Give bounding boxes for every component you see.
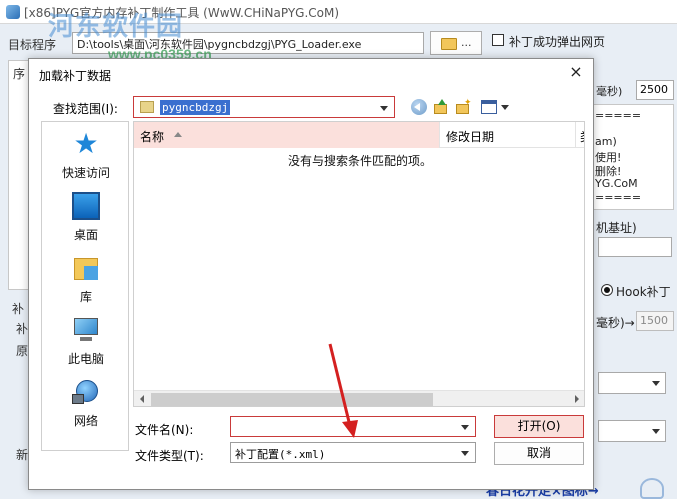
filename-input[interactable]: [230, 416, 476, 437]
sort-ascending-icon: [174, 132, 182, 137]
place-quick-access[interactable]: ★ 快速访问: [42, 126, 130, 186]
side-label: 新: [16, 448, 29, 462]
filetype-select[interactable]: 补丁配置(*.xml): [230, 442, 476, 463]
delay-input[interactable]: 2500: [636, 80, 674, 100]
place-this-pc[interactable]: 此电脑: [42, 312, 130, 372]
scroll-thumb[interactable]: [151, 393, 433, 406]
delay-ms-label-2: 毫秒)→: [596, 316, 635, 330]
chevron-down-icon[interactable]: [501, 105, 509, 110]
seq-column-label: 序: [13, 67, 26, 81]
library-icon: [72, 254, 100, 282]
folder-icon: [140, 101, 154, 113]
open-button[interactable]: 打开(O): [494, 415, 584, 438]
base-address-label: 机基址): [596, 221, 637, 235]
option-select-1[interactable]: [598, 372, 666, 394]
option-select-2[interactable]: [598, 420, 666, 442]
filetype-label: 文件类型(T):: [135, 449, 204, 463]
places-bar: ★ 快速访问 桌面 库 此电脑 网络: [41, 121, 129, 451]
lookin-value: pygncbdzgj: [160, 100, 231, 115]
list-header: 名称 修改日期 类: [134, 122, 584, 148]
popup-webpage-label: 补丁成功弹出网页: [509, 35, 606, 49]
filename-label: 文件名(N):: [135, 423, 194, 437]
delay-ms-label: 毫秒): [596, 85, 623, 98]
app-icon: [6, 5, 20, 19]
file-list[interactable]: 名称 修改日期 类 没有与搜索条件匹配的项。: [133, 121, 585, 407]
computer-icon: [72, 316, 100, 344]
patch-list-panel[interactable]: 序: [8, 60, 30, 290]
base-address-input[interactable]: [598, 237, 672, 257]
popup-webpage-checkbox[interactable]: [492, 34, 504, 46]
chevron-down-icon: [652, 381, 660, 386]
desktop-icon: [72, 192, 100, 220]
horizontal-scrollbar[interactable]: [134, 390, 584, 406]
pyg-logo-icon: [640, 478, 664, 499]
column-header-type[interactable]: 类: [576, 122, 584, 148]
place-network[interactable]: 网络: [42, 374, 130, 434]
lookin-label: 查找范围(I):: [53, 102, 118, 116]
chevron-down-icon: [652, 429, 660, 434]
hook-patch-label: Hook补丁: [616, 285, 671, 299]
network-icon: [72, 378, 100, 406]
browse-button[interactable]: ...: [430, 31, 482, 55]
column-header-date[interactable]: 修改日期: [440, 122, 576, 148]
load-patch-dialog: 加载补丁数据 × 查找范围(I): pygncbdzgj ✦ ★ 快速访问 桌面…: [28, 58, 594, 490]
cancel-button[interactable]: 取消: [494, 442, 584, 465]
scroll-right-icon[interactable]: [568, 391, 584, 406]
side-label: 原: [16, 344, 29, 358]
side-label: 补: [16, 322, 29, 336]
chevron-down-icon: [380, 106, 388, 111]
place-library[interactable]: 库: [42, 250, 130, 310]
side-label: 补: [12, 302, 25, 316]
delay-input-2[interactable]: 1500: [636, 311, 674, 331]
folder-icon: [441, 38, 457, 50]
chevron-down-icon[interactable]: [461, 425, 469, 430]
hook-patch-radio[interactable]: [601, 284, 613, 296]
scroll-left-icon[interactable]: [134, 391, 151, 406]
back-icon[interactable]: [411, 99, 427, 115]
filetype-value: 补丁配置(*.xml): [235, 448, 326, 461]
view-menu-icon[interactable]: [481, 100, 497, 114]
place-desktop[interactable]: 桌面: [42, 188, 130, 248]
watermark-text: 河东软件园: [48, 11, 184, 41]
star-icon: ★: [73, 127, 99, 160]
column-header-name[interactable]: 名称: [134, 122, 440, 148]
dialog-title: 加载补丁数据: [39, 69, 112, 83]
up-folder-icon[interactable]: [433, 99, 449, 115]
lookin-select[interactable]: pygncbdzgj: [133, 96, 395, 118]
info-textbox: ===== am) 使用! 删除! YG.CoM =====: [592, 104, 674, 210]
empty-message: 没有与搜索条件匹配的项。: [287, 154, 432, 168]
chevron-down-icon: [461, 451, 469, 456]
new-folder-icon[interactable]: ✦: [455, 98, 472, 115]
close-icon[interactable]: ×: [567, 63, 585, 81]
